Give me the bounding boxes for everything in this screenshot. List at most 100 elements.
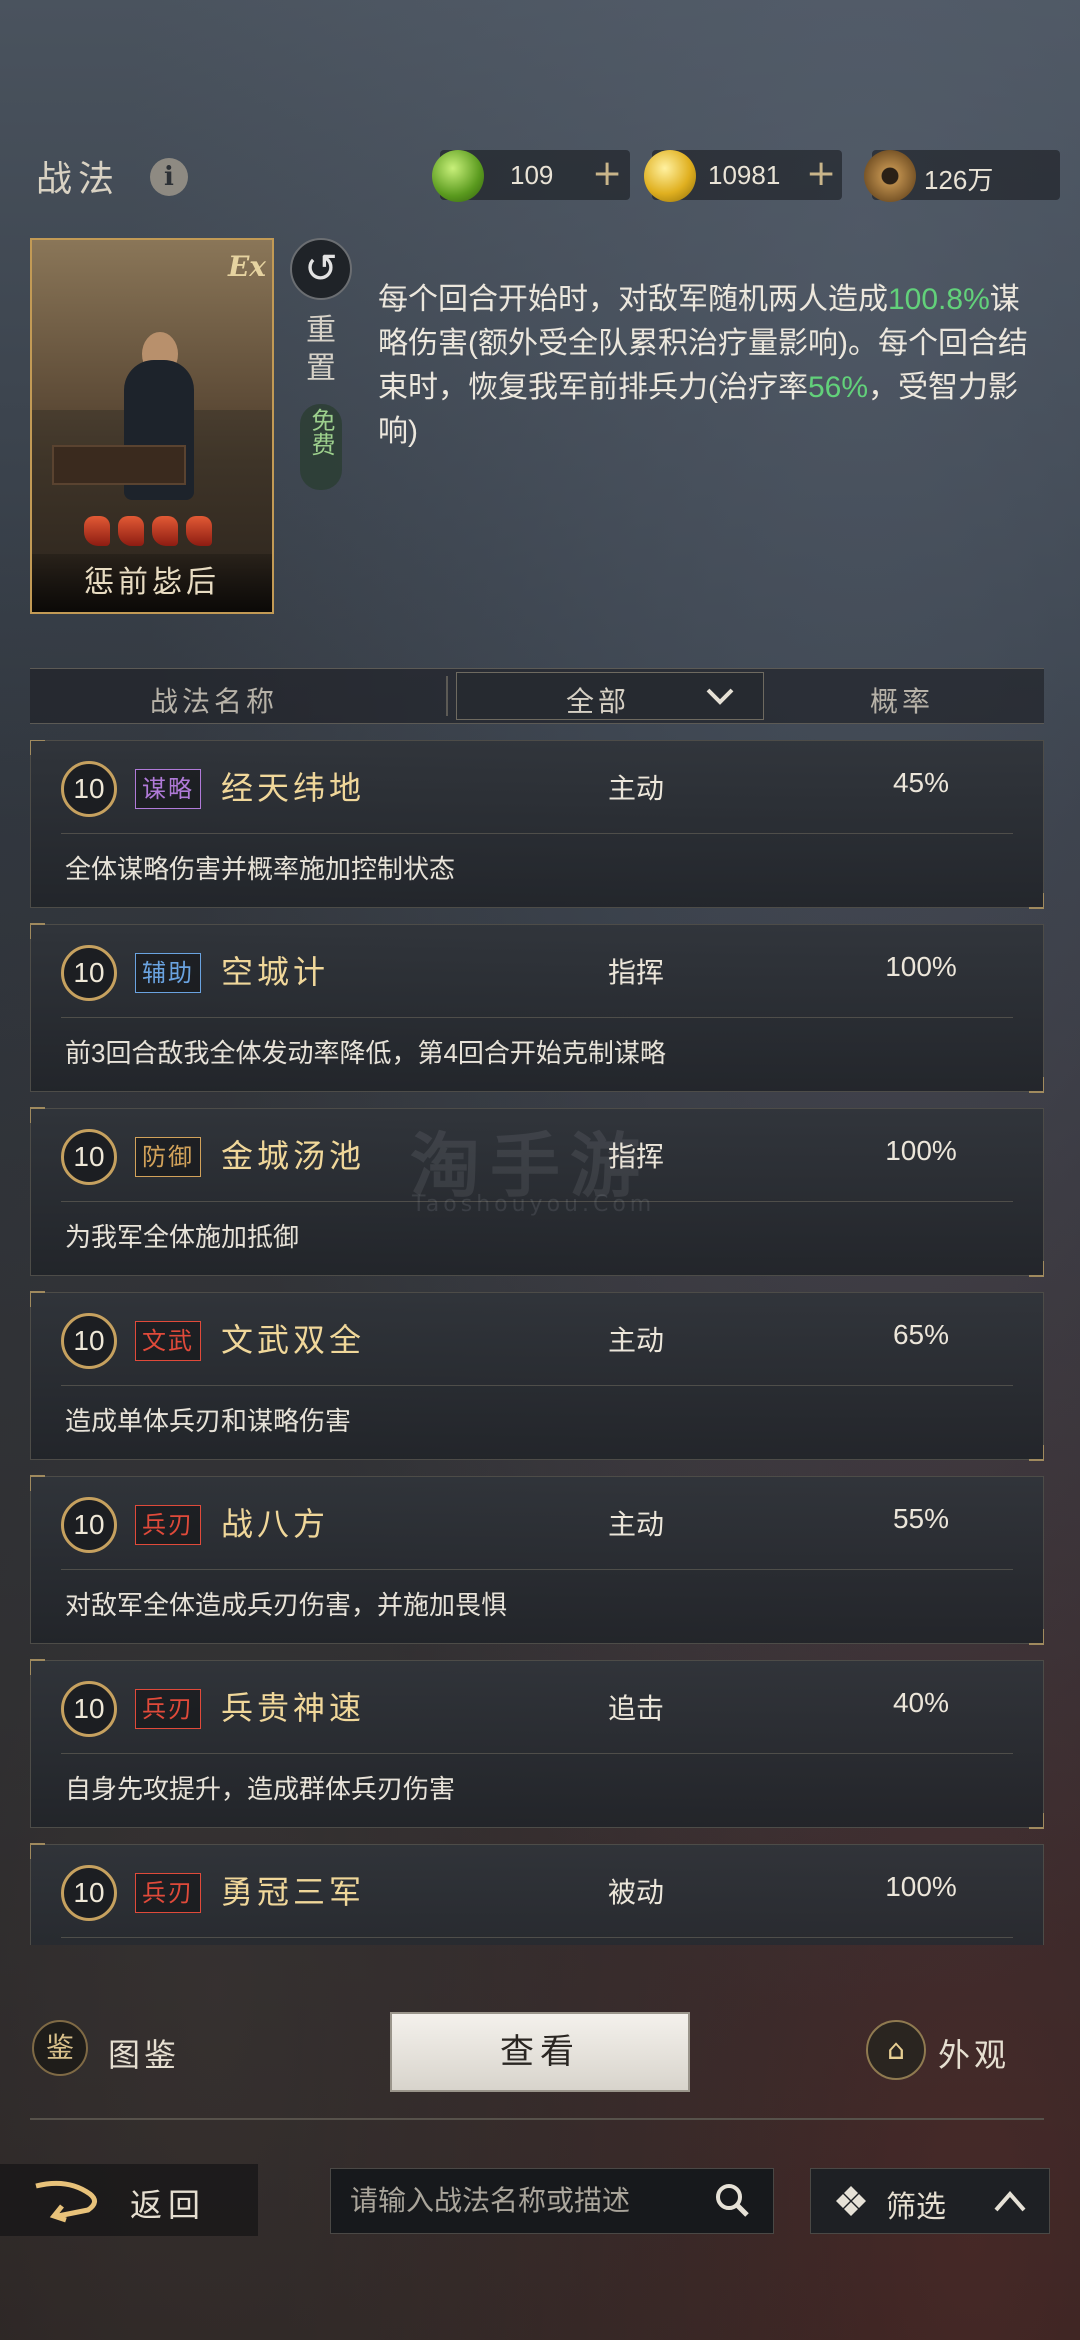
add-jade-icon[interactable]: +: [592, 154, 622, 194]
skill-row[interactable]: 10 文武 文武双全 主动 65% 造成单体兵刃和谋略伤害: [30, 1291, 1044, 1461]
rank-mark-icon: [84, 516, 110, 546]
skill-level: 10: [61, 945, 117, 1001]
view-button[interactable]: 查看: [390, 2012, 690, 2092]
skill-category-tag: 兵刃: [135, 1505, 201, 1545]
skill-rate: 65%: [892, 1319, 950, 1350]
rank-mark-icon: [118, 516, 144, 546]
skill-summary: 为我军全体施加抵御: [65, 1222, 300, 1252]
skill-level: 10: [61, 1497, 117, 1553]
rank-mark-icon: [186, 516, 212, 546]
page-title: 战法: [36, 159, 121, 200]
skill-summary: 全体谋略伤害并概率施加控制状态: [65, 854, 456, 884]
copper-value: 126万: [924, 165, 994, 195]
chevron-down-icon[interactable]: [702, 678, 738, 714]
row-divider: [61, 1569, 1013, 1570]
skill-type: 追击: [607, 1692, 664, 1725]
skill-row[interactable]: 10 辅助 空城计 指挥 100% 前3回合敌我全体发动率降低，第4回合开始克制谋略: [30, 923, 1044, 1093]
skill-rate: 40%: [892, 1687, 950, 1718]
skill-row[interactable]: 10 兵刃 兵贵神速 追击 40% 自身先攻提升，造成群体兵刃伤害: [30, 1659, 1044, 1829]
skill-type: 主动: [607, 1508, 664, 1541]
row-divider: [61, 1385, 1013, 1386]
skill-level: 10: [61, 1681, 117, 1737]
add-gold-icon[interactable]: +: [806, 154, 836, 194]
skill-row[interactable]: 10 兵刃 战八方 主动 55% 对敌军全体造成兵刃伤害，并施加畏惧: [30, 1475, 1044, 1645]
rank-marks: [84, 516, 234, 552]
currency-gold[interactable]: 10981 +: [644, 150, 842, 202]
skill-summary: 对敌军全体造成兵刃伤害，并施加畏惧: [65, 1590, 508, 1620]
currency-copper: 126万: [864, 150, 1060, 202]
skill-name: 经天纬地: [221, 769, 366, 807]
skill-rate: 45%: [892, 767, 950, 798]
column-skill-name: 战法名称: [150, 685, 279, 718]
watermark-url: Taoshouyou.Com: [412, 1192, 656, 1217]
hero-card[interactable]: Ex 惩前毖后: [30, 238, 274, 614]
appearance-button[interactable]: 外观: [938, 2030, 1010, 2076]
desk-image: [52, 445, 186, 485]
heal-rate-value: 56%: [808, 371, 869, 404]
chevron-up-icon[interactable]: [992, 2186, 1028, 2216]
damage-rate-value: 100.8%: [888, 283, 990, 316]
skill-rate: 55%: [892, 1503, 950, 1534]
skill-rate: 100%: [885, 951, 957, 982]
skill-rate: 100%: [885, 1135, 957, 1166]
skill-name: 空城计: [221, 953, 330, 991]
skill-category-tag: 兵刃: [135, 1873, 201, 1913]
skill-row[interactable]: 10 兵刃 勇冠三军 被动 100%: [30, 1843, 1044, 1945]
skill-category-tag: 兵刃: [135, 1689, 201, 1729]
skill-type: 主动: [607, 1324, 664, 1357]
skill-type: 被动: [607, 1876, 664, 1909]
column-divider: [446, 676, 448, 716]
row-divider: [61, 1753, 1013, 1754]
skill-name: 金城汤池: [221, 1137, 366, 1175]
reset-label[interactable]: 重置: [296, 312, 346, 388]
category-dropdown-value[interactable]: 全部: [566, 680, 630, 720]
currency-jade[interactable]: 109 +: [432, 150, 630, 202]
filter-label[interactable]: 筛选: [886, 2182, 946, 2226]
reset-icon: ↺: [304, 246, 338, 292]
back-arrow-icon[interactable]: [28, 2176, 108, 2224]
skill-name: 勇冠三军: [221, 1873, 366, 1911]
skill-level: 10: [61, 1865, 117, 1921]
info-icon[interactable]: i: [150, 158, 188, 196]
skill-summary: 自身先攻提升，造成群体兵刃伤害: [65, 1774, 456, 1804]
ex-badge-icon: Ex: [227, 250, 266, 283]
skill-category-tag: 防御: [135, 1137, 201, 1177]
row-divider: [61, 1017, 1013, 1018]
skill-summary: 造成单体兵刃和谋略伤害: [65, 1406, 352, 1436]
codex-icon[interactable]: 鉴: [32, 2020, 88, 2076]
jade-icon: [432, 150, 484, 202]
hero-name: 惩前毖后: [32, 554, 272, 612]
search-icon[interactable]: [712, 2180, 752, 2220]
row-divider: [61, 1937, 1013, 1938]
skill-list[interactable]: 10 谋略 经天纬地 主动 45% 全体谋略伤害并概率施加控制状态 10 辅助 空城计 指挥 100…: [30, 740, 1044, 1945]
rank-mark-icon: [152, 516, 178, 546]
skill-level: 10: [61, 1129, 117, 1185]
skill-type: 主动: [607, 772, 664, 805]
back-label[interactable]: 返回: [130, 2180, 206, 2226]
skill-name: 文武双全: [221, 1321, 366, 1359]
column-rate: 概率: [870, 685, 935, 718]
row-divider: [61, 833, 1013, 834]
skill-description: 每个回合开始时，对敌军随机两人造成100.8%谋略伤害(额外受全队累积治疗量影响…: [378, 283, 1028, 448]
jade-value: 109: [510, 160, 554, 190]
copper-coin-icon: [864, 150, 916, 202]
skill-row[interactable]: 10 谋略 经天纬地 主动 45% 全体谋略伤害并概率施加控制状态: [30, 740, 1044, 909]
skill-summary: 前3回合敌我全体发动率降低，第4回合开始克制谋略: [65, 1038, 666, 1068]
diamond-grid-icon: [836, 2186, 866, 2216]
gold-icon: [644, 150, 696, 202]
search-input[interactable]: [348, 2172, 698, 2230]
reset-button[interactable]: ↺: [290, 238, 352, 300]
codex-button[interactable]: 图鉴: [108, 2030, 180, 2076]
skill-category-tag: 文武: [135, 1321, 201, 1361]
skill-type: 指挥: [607, 956, 664, 989]
gold-value: 10981: [708, 160, 781, 190]
skill-rate: 100%: [885, 1871, 957, 1902]
skill-category-tag: 谋略: [135, 769, 201, 809]
pavilion-icon[interactable]: ⌂: [866, 2020, 926, 2080]
bottom-divider: [30, 2118, 1044, 2120]
skill-level: 10: [61, 761, 117, 817]
skill-category-tag: 辅助: [135, 953, 201, 993]
skill-level: 10: [61, 1313, 117, 1369]
free-badge: 免费: [300, 404, 342, 490]
skill-name: 战八方: [221, 1505, 330, 1543]
